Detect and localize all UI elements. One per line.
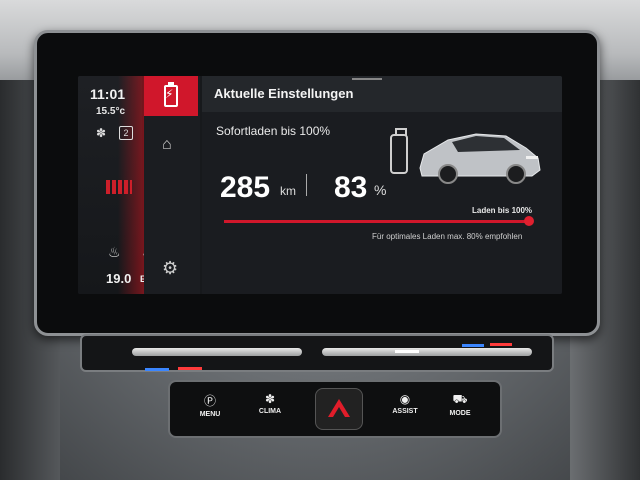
charge-hint: Für optimales Laden max. 80% empfohlen <box>372 232 523 241</box>
outside-temperature: 15.5°c <box>96 106 126 117</box>
soc-value: 83 <box>334 171 368 204</box>
tab-column: ⌂ ⚙ <box>144 76 200 294</box>
drag-handle[interactable] <box>352 78 382 80</box>
temperature-slider-right[interactable] <box>322 348 532 356</box>
battery-charging-icon <box>164 82 178 107</box>
car-mode-icon: ⛟ <box>452 392 468 406</box>
home-charging-icon[interactable]: ⌂ <box>162 136 172 154</box>
value-divider <box>306 174 307 196</box>
charge-limit-fill <box>224 220 530 223</box>
temperature-slider-left[interactable] <box>132 348 302 356</box>
fan-small-icon: ✽ <box>264 392 276 406</box>
hazard-button[interactable] <box>315 388 363 430</box>
menu-button[interactable]: Ⓟ MENU <box>190 392 230 428</box>
profile-badge[interactable]: 2 <box>119 126 133 140</box>
charge-limit-slider[interactable] <box>224 216 534 226</box>
assist-button[interactable]: ◉ ASSIST <box>385 392 425 428</box>
gear-icon[interactable]: ⚙ <box>162 258 178 279</box>
main-panel: Aktuelle Einstellungen Sofortladen bis 1… <box>202 76 562 294</box>
charging-plug-icon <box>390 128 408 174</box>
climate-temperature[interactable]: 19.0 <box>106 271 131 286</box>
button-strip: Ⓟ MENU ✽ CLIMA ◉ ASSIST ⛟ MODE <box>168 380 502 438</box>
header: Aktuelle Einstellungen <box>202 76 562 112</box>
cool-indicator-left <box>145 368 169 371</box>
menu-label: MENU <box>199 411 221 418</box>
assist-label: ASSIST <box>392 408 418 415</box>
assist-icon: ◉ <box>399 392 411 406</box>
soc-unit: % <box>374 182 387 198</box>
heat-indicator-right <box>490 343 512 346</box>
mode-label: MODE <box>449 410 471 417</box>
cool-indicator-right <box>462 344 484 347</box>
rear-window-heat-icon[interactable] <box>106 180 132 194</box>
mode-button[interactable]: ⛟ MODE <box>440 392 480 428</box>
charge-limit-label: Laden bis 100% <box>472 206 533 215</box>
seat-heat-left-icon[interactable]: ♨ <box>108 244 121 261</box>
charge-mode-label: Sofortladen bis 100% <box>216 124 331 138</box>
center-indicator <box>395 350 419 353</box>
heat-indicator-left <box>178 367 202 370</box>
clock: 11:01 <box>90 86 126 102</box>
status-sidebar: 11:01 15.5°c ✽ 2 ♨ ♨ 19.0 ECO <box>78 76 160 294</box>
climate-slider-bar <box>80 334 554 372</box>
fan-icon[interactable]: ✽ <box>96 126 106 140</box>
infotainment-screen: 11:01 15.5°c ✽ 2 ♨ ♨ 19.0 ECO ⌂ ⚙ Aktuel… <box>78 76 562 294</box>
range-unit: km <box>280 184 296 198</box>
clima-label: CLIMA <box>258 408 282 415</box>
car-image <box>419 133 541 184</box>
clima-button[interactable]: ✽ CLIMA <box>250 392 290 428</box>
range-value: 285 <box>220 171 271 204</box>
page-title: Aktuelle Einstellungen <box>214 86 354 101</box>
parking-icon: Ⓟ <box>203 394 216 408</box>
charge-limit-thumb[interactable] <box>524 216 534 226</box>
tab-charging[interactable] <box>144 76 198 116</box>
